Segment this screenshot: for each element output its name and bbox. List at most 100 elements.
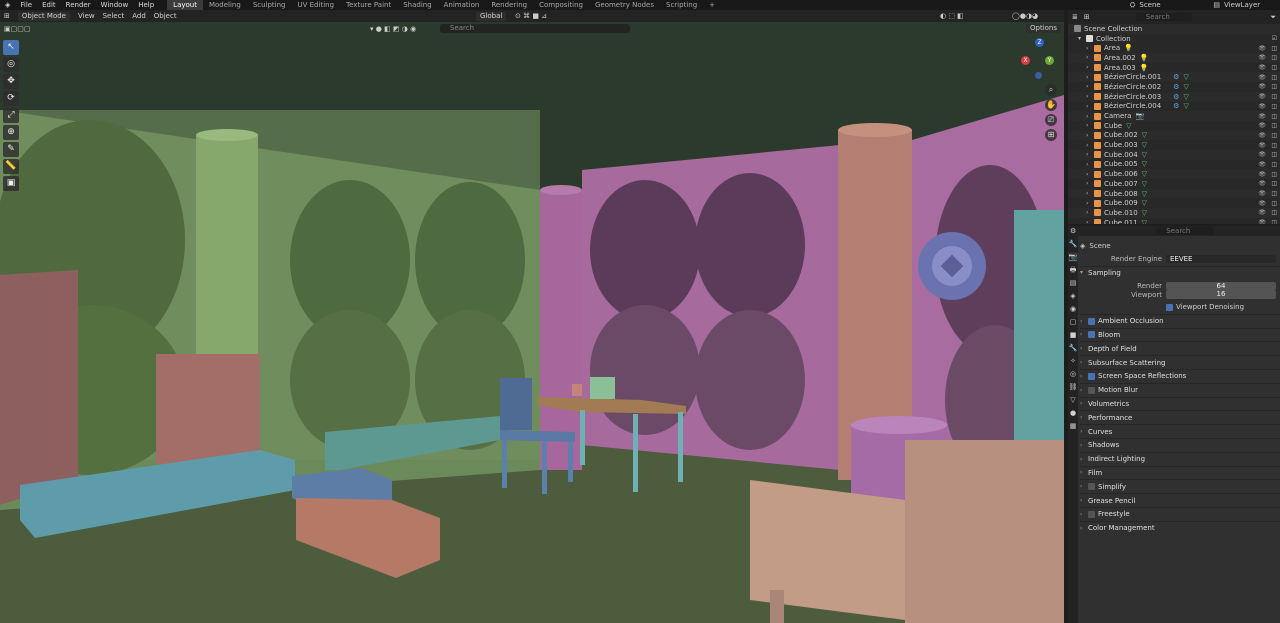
outliner-item[interactable]: › Camera 📷 👁 ◫ <box>1068 111 1280 121</box>
menu-edit[interactable]: Edit <box>37 1 61 9</box>
properties-editor-icon[interactable]: ⚙ <box>1070 227 1076 235</box>
panel-bloom[interactable]: › Bloom <box>1080 329 1280 342</box>
outliner-item[interactable]: › Cube.004 ▽ 👁 ◫ <box>1068 149 1280 160</box>
select-mode-icon[interactable]: ▣▢▢▢ <box>4 25 30 33</box>
render-tab-icon[interactable]: 📷 <box>1068 252 1078 262</box>
scene-tab-icon[interactable]: ◈ <box>1068 291 1078 301</box>
render-camera-icon[interactable]: ◫ <box>1271 209 1277 216</box>
light-data-icon[interactable]: 💡 <box>1124 44 1133 52</box>
world-tab-icon[interactable]: ◉ <box>1068 304 1078 314</box>
tab-compositing[interactable]: Compositing <box>533 0 589 10</box>
tab-geometry-nodes[interactable]: Geometry Nodes <box>589 0 660 10</box>
render-camera-icon[interactable]: ◫ <box>1271 74 1277 81</box>
visibility-eye-icon[interactable]: 👁 <box>1258 209 1266 216</box>
material-tab-icon[interactable]: ● <box>1068 408 1078 418</box>
visibility-eye-icon[interactable]: 👁 <box>1258 83 1266 90</box>
physics-tab-icon[interactable]: ◎ <box>1068 369 1078 379</box>
panel-checkbox[interactable] <box>1088 372 1095 380</box>
tab-shading[interactable]: Shading <box>397 0 437 10</box>
expand-arrow-icon[interactable]: › <box>1086 113 1091 120</box>
outliner-item[interactable]: › BézierCircle.002 ⚙ ▽ 👁 ◫ <box>1068 82 1280 92</box>
mode-dropdown[interactable]: Object Mode <box>14 11 74 21</box>
expand-arrow-icon[interactable]: › <box>1086 180 1091 187</box>
pan-hand-icon[interactable]: ✋ <box>1045 99 1057 111</box>
panel-checkbox[interactable] <box>1088 510 1095 518</box>
scene-name[interactable]: Scene <box>1139 1 1209 9</box>
visibility-eye-icon[interactable]: 👁 <box>1258 54 1266 61</box>
outliner-item[interactable]: › Cube.010 ▽ 👁 ◫ <box>1068 208 1280 218</box>
visibility-eye-icon[interactable]: 👁 <box>1258 200 1266 207</box>
visibility-eye-icon[interactable]: 👁 <box>1258 219 1266 224</box>
menu-view[interactable]: View <box>74 12 99 20</box>
gizmo-neg-z[interactable] <box>1035 72 1042 79</box>
visibility-eye-icon[interactable]: 👁 <box>1258 161 1266 168</box>
expand-arrow-icon[interactable]: › <box>1086 54 1091 61</box>
checkbox-icon[interactable]: ☑ <box>1272 35 1277 42</box>
zoom-icon[interactable]: ⌕ <box>1045 84 1057 96</box>
object-tab-icon[interactable]: ■ <box>1068 330 1078 340</box>
outliner-item[interactable]: › BézierCircle.004 ⚙ ▽ 👁 ◫ <box>1068 102 1280 112</box>
expand-arrow-icon[interactable]: › <box>1086 93 1091 100</box>
visibility-eye-icon[interactable]: 👁 <box>1258 190 1266 197</box>
menu-window[interactable]: Window <box>96 1 134 9</box>
outliner-item[interactable]: › Cube.006 ▽ 👁 ◫ <box>1068 169 1280 179</box>
tab-rendering[interactable]: Rendering <box>485 0 533 10</box>
menu-object[interactable]: Object <box>150 12 181 20</box>
light-data-icon[interactable]: 💡 <box>1140 54 1149 62</box>
viewport-denoising-checkbox[interactable] <box>1166 303 1173 311</box>
visibility-eye-icon[interactable]: 👁 <box>1258 113 1266 120</box>
mesh-data-icon[interactable]: ▽ <box>1142 151 1147 159</box>
viewport-denoising-row[interactable]: Viewport Denoising <box>1080 301 1280 314</box>
expand-arrow-icon[interactable]: › <box>1086 142 1091 149</box>
output-tab-icon[interactable]: 🖶 <box>1068 265 1078 275</box>
modifier-icon[interactable]: ⚙ <box>1173 93 1179 101</box>
render-camera-icon[interactable]: ◫ <box>1271 113 1277 120</box>
modifier-icon[interactable]: ⚙ <box>1173 73 1179 81</box>
panel-curves[interactable]: › Curves <box>1080 425 1280 438</box>
visibility-eye-icon[interactable]: 👁 <box>1258 103 1266 110</box>
menu-help[interactable]: Help <box>133 1 159 9</box>
visibility-eye-icon[interactable]: 👁 <box>1258 132 1266 139</box>
viewport-samples-field[interactable]: 16 <box>1166 290 1276 299</box>
modifier-icon[interactable]: ⚙ <box>1173 83 1179 91</box>
tab-layout[interactable]: Layout <box>167 0 203 10</box>
panel-freestyle[interactable]: › Freestyle <box>1080 508 1280 521</box>
3d-viewport[interactable] <box>0 22 1064 623</box>
move-tool-icon[interactable]: ✥ <box>3 74 19 89</box>
outliner-item[interactable]: › Cube.007 ▽ 👁 ◫ <box>1068 179 1280 189</box>
tab-sculpting[interactable]: Sculpting <box>247 0 292 10</box>
particles-tab-icon[interactable]: ✧ <box>1068 356 1078 366</box>
collection-row[interactable]: ▾ Collection ☑ <box>1068 34 1280 44</box>
outliner-editor-icon[interactable]: ≣ <box>1072 13 1078 21</box>
outliner-item[interactable]: › Area.003 💡 👁 ◫ <box>1068 63 1280 73</box>
render-camera-icon[interactable]: ◫ <box>1271 171 1277 178</box>
render-camera-icon[interactable]: ◫ <box>1271 64 1277 71</box>
panel-color-management[interactable]: › Color Management <box>1080 522 1280 535</box>
add-workspace-button[interactable]: + <box>703 0 721 10</box>
outliner-item[interactable]: › Cube.009 ▽ 👁 ◫ <box>1068 198 1280 208</box>
visibility-eye-icon[interactable]: 👁 <box>1258 151 1266 158</box>
view-layer-tab-icon[interactable]: ▤ <box>1068 278 1078 288</box>
expand-arrow-icon[interactable]: › <box>1086 103 1091 110</box>
gizmo-y[interactable]: Y <box>1045 56 1054 65</box>
visibility-eye-icon[interactable]: 👁 <box>1258 122 1266 129</box>
expand-arrow-icon[interactable]: › <box>1086 161 1091 168</box>
outliner-item[interactable]: › Cube ▽ 👁 ◫ <box>1068 121 1280 131</box>
mesh-data-icon[interactable]: ▽ <box>1142 180 1147 188</box>
mesh-data-icon[interactable]: ▽ <box>1126 122 1131 130</box>
expand-arrow-icon[interactable]: › <box>1086 151 1091 158</box>
annotate-tool-icon[interactable]: ✎ <box>3 142 19 157</box>
menu-render[interactable]: Render <box>61 1 96 9</box>
viewport-search-input[interactable]: Search <box>440 24 630 33</box>
render-engine-dropdown[interactable]: EEVEE <box>1166 254 1276 264</box>
tab-animation[interactable]: Animation <box>438 0 486 10</box>
rotate-tool-icon[interactable]: ⟳ <box>3 91 19 106</box>
editor-type-icon[interactable]: ⊞ <box>0 12 14 20</box>
outliner-item[interactable]: › Cube.008 ▽ 👁 ◫ <box>1068 188 1280 199</box>
scale-tool-icon[interactable]: ⤢ <box>3 108 19 123</box>
visibility-eye-icon[interactable]: 👁 <box>1258 171 1266 178</box>
navigation-gizmo[interactable]: Z X Y <box>1018 38 1060 82</box>
gizmo-z[interactable]: Z <box>1035 38 1044 47</box>
shading-icon[interactable]: ◯●◑◕ <box>1012 12 1038 20</box>
panel-checkbox[interactable] <box>1088 483 1095 491</box>
